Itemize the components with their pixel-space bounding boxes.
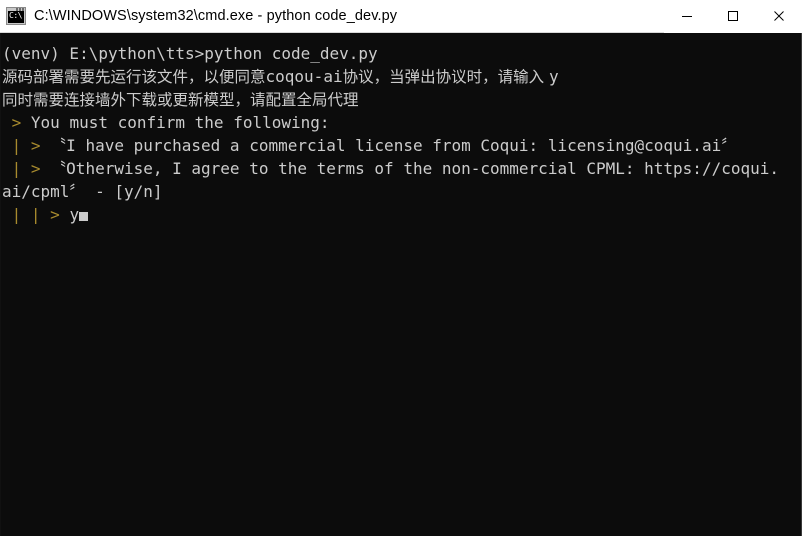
console-text-segment: y xyxy=(549,67,559,86)
console-text-segment: 〝I have purchased a commercial license f… xyxy=(50,136,738,155)
close-button[interactable] xyxy=(756,0,802,33)
console-text-segment: 源码部署需要先运行该文件，以便同意 xyxy=(2,68,266,86)
line-confirm-1: | > 〝I have purchased a commercial licen… xyxy=(2,134,801,157)
line-note-1: 源码部署需要先运行该文件，以便同意coqou-ai协议，当弹出协议时，请输入 y xyxy=(2,65,801,88)
console-text-segment: (venv) E:\python\tts>python code_dev.py xyxy=(2,44,378,63)
line-confirm-2-wrap: ai/cpml〞 - [y/n] xyxy=(2,180,801,203)
console-text-segment: 同时需要连接墙外下载或更新模型，请配置全局代理 xyxy=(2,91,359,109)
icon-titlebar-dots xyxy=(16,8,25,11)
line-note-2: 同时需要连接墙外下载或更新模型，请配置全局代理 xyxy=(2,88,801,111)
console-output-area[interactable]: (venv) E:\python\tts>python code_dev.py 源… xyxy=(0,33,802,536)
icon-glyph: C:\ xyxy=(9,11,22,20)
minimize-button[interactable] xyxy=(664,0,710,33)
console-text: (venv) E:\python\tts>python code_dev.py 源… xyxy=(2,42,801,226)
window-controls xyxy=(664,0,802,33)
title-bar[interactable]: C:\ C:\WINDOWS\system32\cmd.exe - python… xyxy=(0,0,802,33)
close-icon xyxy=(774,11,784,21)
maximize-icon xyxy=(728,11,738,21)
console-text-segment: | > xyxy=(2,136,51,155)
console-text-segment: | > xyxy=(2,159,51,178)
title-bar-left: C:\ C:\WINDOWS\system32\cmd.exe - python… xyxy=(0,7,664,25)
console-text-segment: 协议，当弹出协议时，请输入 xyxy=(342,68,550,86)
console-text-segment: ai/cpml〞 - [y/n] xyxy=(2,182,163,201)
console-text-segment: 〝Otherwise, I agree to the terms of the … xyxy=(50,159,779,178)
cmd-console-icon: C:\ xyxy=(6,7,26,25)
line-command: (venv) E:\python\tts>python code_dev.py xyxy=(2,42,801,65)
line-confirm-header: > You must confirm the following: xyxy=(2,111,801,134)
console-text-segment: y xyxy=(69,205,80,224)
console-text-segment: | | > xyxy=(2,205,70,224)
text-cursor xyxy=(79,212,89,221)
line-input: | | > y xyxy=(2,203,801,226)
window-title: C:\WINDOWS\system32\cmd.exe - python cod… xyxy=(34,8,398,24)
console-text-segment: You must confirm the following: xyxy=(30,113,330,132)
maximize-button[interactable] xyxy=(710,0,756,33)
line-confirm-2: | > 〝Otherwise, I agree to the terms of … xyxy=(2,157,801,180)
console-text-segment: coqou-ai xyxy=(265,67,343,86)
minimize-icon xyxy=(682,16,692,17)
console-text-segment: > xyxy=(2,113,31,132)
cmd-window: C:\ C:\WINDOWS\system32\cmd.exe - python… xyxy=(0,0,802,536)
